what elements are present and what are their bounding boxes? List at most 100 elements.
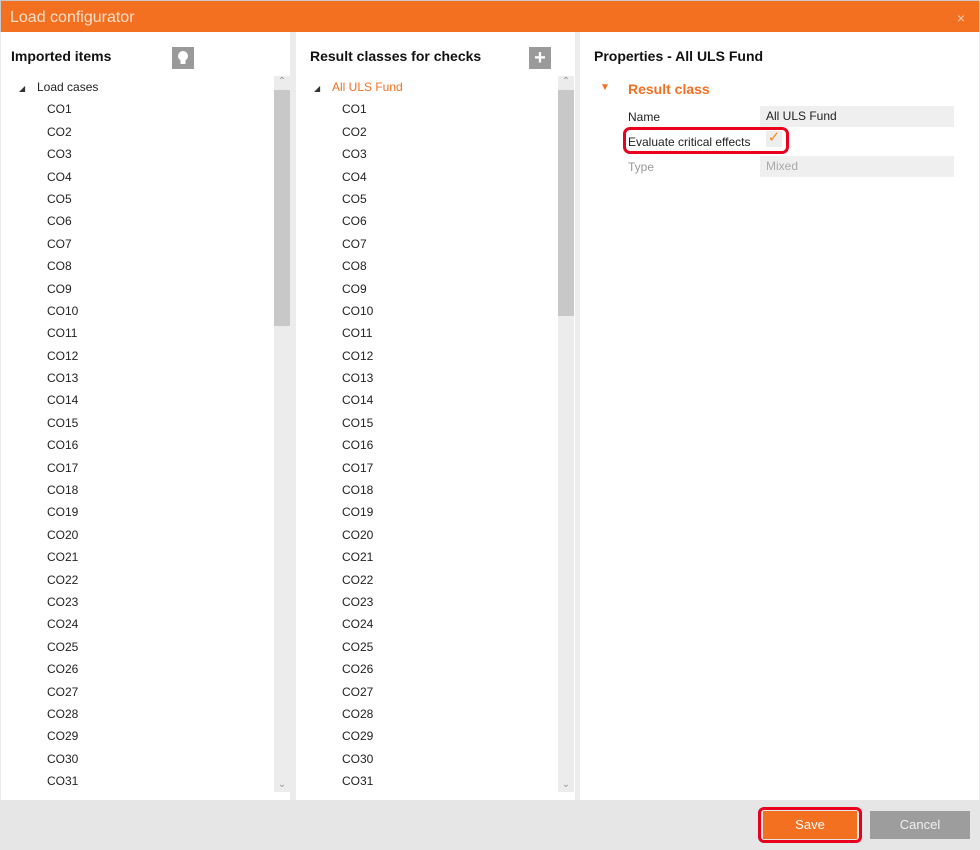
tree-item[interactable]: CO3 [1, 143, 273, 165]
tree-item[interactable]: CO13 [296, 367, 558, 389]
tree-item[interactable]: CO30 [1, 748, 273, 770]
scroll-up-icon[interactable]: ⌃ [558, 76, 574, 87]
load-cases-tree: ◢ Load cases CO1 CO2 CO3 CO4 CO5 CO6 CO7 CO8 CO9 C… [1, 76, 273, 793]
result-classes-panel: Result classes for checks + ◢ All ULS Fun… [296, 32, 575, 800]
tree-root-load-cases[interactable]: ◢ Load cases [1, 76, 273, 98]
tree-item[interactable]: CO27 [1, 681, 273, 703]
name-label: Name [628, 110, 661, 124]
title-bar: Load configurator × [0, 0, 980, 32]
name-property: Name All ULS Fund [628, 106, 954, 127]
collapse-triangle-icon[interactable]: ◢ [314, 78, 332, 100]
collapse-triangle-icon[interactable]: ◢ [19, 78, 37, 100]
tree-item[interactable]: CO28 [1, 703, 273, 725]
tree-item[interactable]: CO10 [296, 300, 558, 322]
tree-root-all-uls-fund[interactable]: ◢ All ULS Fund [296, 76, 558, 98]
type-property: Type Mixed [628, 156, 954, 177]
scroll-thumb[interactable] [558, 90, 574, 316]
scroll-thumb[interactable] [274, 90, 290, 326]
tree-item[interactable]: CO23 [296, 591, 558, 613]
tree-item[interactable]: CO17 [296, 457, 558, 479]
tree-root-label: Load cases [37, 80, 99, 94]
tree-item[interactable]: CO31 [1, 770, 273, 792]
tree-item[interactable]: CO22 [296, 569, 558, 591]
window-title: Load configurator [10, 9, 135, 26]
tree-item[interactable]: CO23 [1, 591, 273, 613]
tree-item[interactable]: CO4 [296, 166, 558, 188]
tree-item[interactable]: CO20 [296, 524, 558, 546]
properties-title: Properties - All ULS Fund [594, 48, 764, 64]
cancel-button[interactable]: Cancel [870, 811, 970, 839]
type-field: Mixed [760, 156, 954, 177]
tree-item[interactable]: CO18 [1, 479, 273, 501]
section-title: Result class [628, 81, 710, 97]
scroll-up-icon[interactable]: ⌃ [274, 76, 290, 87]
tree-item[interactable]: CO7 [1, 233, 273, 255]
tree-item[interactable]: CO22 [1, 569, 273, 591]
tree-item[interactable]: CO21 [296, 546, 558, 568]
tree-item[interactable]: CO5 [1, 188, 273, 210]
tree-item[interactable]: CO10 [1, 300, 273, 322]
highlight-box [623, 127, 789, 154]
tree-item[interactable]: CO12 [1, 345, 273, 367]
lightbulb-icon[interactable] [172, 47, 194, 69]
tree-item[interactable]: CO16 [1, 434, 273, 456]
tree-item[interactable]: CO28 [296, 703, 558, 725]
imported-items-panel: Imported items ◢ Load cases CO1 CO2 CO3 CO4 C… [1, 32, 290, 800]
tree-item[interactable]: CO1 [1, 98, 273, 120]
tree-item[interactable]: CO27 [296, 681, 558, 703]
tree-item[interactable]: CO13 [1, 367, 273, 389]
tree-item[interactable]: CO19 [1, 501, 273, 523]
tree-item[interactable]: CO2 [1, 121, 273, 143]
tree-item[interactable]: CO9 [296, 278, 558, 300]
close-icon[interactable]: × [957, 1, 965, 35]
result-classes-title: Result classes for checks [310, 48, 482, 64]
tree-item[interactable]: CO12 [296, 345, 558, 367]
tree-item[interactable]: CO16 [296, 434, 558, 456]
tree-item[interactable]: CO29 [1, 725, 273, 747]
tree-item[interactable]: CO4 [1, 166, 273, 188]
tree-item[interactable]: CO15 [296, 412, 558, 434]
tree-item[interactable]: CO8 [296, 255, 558, 277]
tree-item[interactable]: CO5 [296, 188, 558, 210]
tree-item[interactable]: CO29 [296, 725, 558, 747]
tree-item[interactable]: CO19 [296, 501, 558, 523]
tree-item[interactable]: CO11 [1, 322, 273, 344]
properties-panel: Properties - All ULS Fund ▼ Result class… [580, 32, 979, 800]
tree-item[interactable]: CO26 [1, 658, 273, 680]
tree-item[interactable]: CO6 [296, 210, 558, 232]
tree-item[interactable]: CO2 [296, 121, 558, 143]
tree-item[interactable]: CO25 [296, 636, 558, 658]
tree-item[interactable]: CO6 [1, 210, 273, 232]
tree-item[interactable]: CO15 [1, 412, 273, 434]
tree-root-label: All ULS Fund [332, 80, 403, 94]
tree-item[interactable]: CO9 [1, 278, 273, 300]
tree-item[interactable]: CO8 [1, 255, 273, 277]
tree-item[interactable]: CO11 [296, 322, 558, 344]
section-expand-icon[interactable]: ▼ [600, 82, 610, 93]
tree-item[interactable]: CO21 [1, 546, 273, 568]
tree-item[interactable]: CO3 [296, 143, 558, 165]
tree-item[interactable]: CO18 [296, 479, 558, 501]
tree-item[interactable]: CO31 [296, 770, 558, 792]
scroll-down-icon[interactable]: ⌄ [558, 779, 574, 790]
tree-item[interactable]: CO26 [296, 658, 558, 680]
tree-item[interactable]: CO17 [1, 457, 273, 479]
save-button[interactable]: Save [763, 811, 857, 839]
tree-item[interactable]: CO1 [296, 98, 558, 120]
result-classes-scrollbar[interactable]: ⌃ ⌄ [558, 76, 574, 792]
scroll-down-icon[interactable]: ⌄ [274, 779, 290, 790]
result-classes-tree: ◢ All ULS Fund CO1 CO2 CO3 CO4 CO5 CO6 CO7 CO8 CO… [296, 76, 558, 793]
type-label: Type [628, 160, 655, 174]
imported-items-title: Imported items [11, 48, 112, 64]
tree-item[interactable]: CO30 [296, 748, 558, 770]
add-icon[interactable]: + [529, 47, 551, 69]
tree-item[interactable]: CO20 [1, 524, 273, 546]
tree-item[interactable]: CO7 [296, 233, 558, 255]
tree-item[interactable]: CO24 [296, 613, 558, 635]
tree-item[interactable]: CO14 [296, 389, 558, 411]
tree-item[interactable]: CO14 [1, 389, 273, 411]
imported-scrollbar[interactable]: ⌃ ⌄ [274, 76, 290, 792]
name-field[interactable]: All ULS Fund [760, 106, 954, 127]
tree-item[interactable]: CO24 [1, 613, 273, 635]
tree-item[interactable]: CO25 [1, 636, 273, 658]
